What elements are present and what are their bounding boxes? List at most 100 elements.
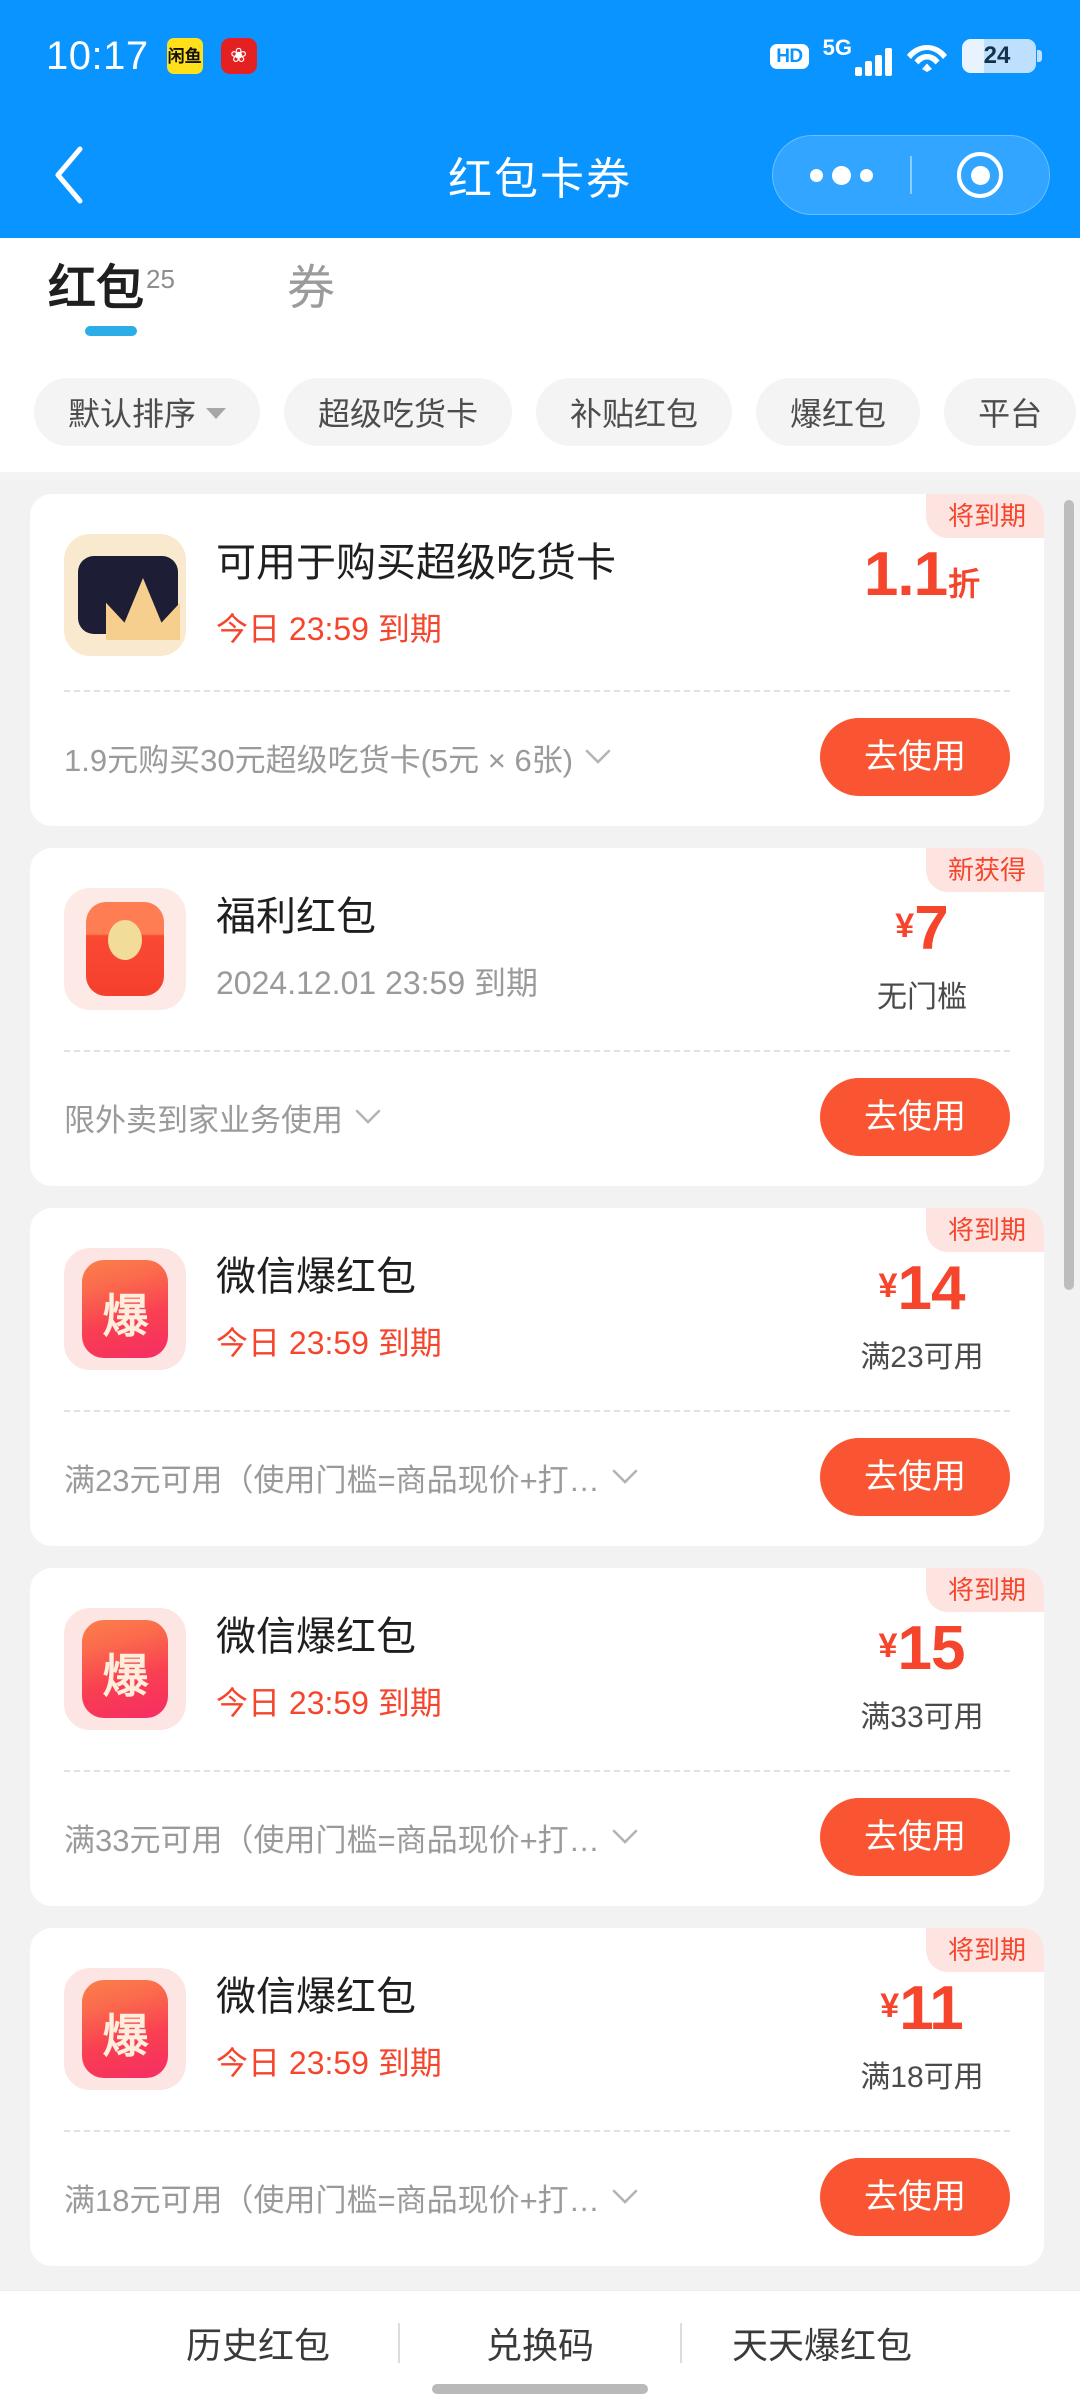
coupon-card[interactable]: 将到期 可用于购买超级吃货卡 今日 23:59 到期 1.1折 1.9元购买30…: [30, 494, 1044, 826]
coupon-description-row[interactable]: 满18元可用（使用门槛=商品现价+打…: [64, 2175, 638, 2220]
currency-symbol: ¥: [880, 1987, 900, 2025]
coupon-description: 满33元可用（使用门槛=商品现价+打…: [64, 1822, 600, 1858]
coupon-card-top: 爆 微信爆红包 今日 23:59 到期 ¥15 满33可用: [30, 1568, 1044, 1736]
coupon-amount-value: 15: [897, 1614, 965, 1683]
bao-packet-icon: 爆: [64, 1968, 186, 2090]
currency-symbol: ¥: [878, 1267, 898, 1305]
coupon-amount: ¥14: [834, 1258, 1010, 1320]
filter-chips-row[interactable]: 默认排序 超级吃货卡 补贴红包 爆红包 平台: [0, 366, 1080, 472]
wifi-icon: [906, 40, 948, 72]
coupon-card-bottom: 满18元可用（使用门槛=商品现价+打… 去使用: [30, 2132, 1044, 2266]
back-chevron-icon[interactable]: [34, 140, 104, 210]
currency-symbol: ¥: [895, 907, 915, 945]
coupon-card-info: 微信爆红包 今日 23:59 到期: [186, 1248, 834, 1362]
coupon-amount: ¥11: [834, 1978, 1010, 2040]
use-coupon-button[interactable]: 去使用: [820, 1438, 1010, 1516]
coupon-value-block: ¥14 满23可用: [834, 1248, 1010, 1376]
tab-quan[interactable]: 券: [286, 262, 335, 315]
tab-quan-label: 券: [286, 262, 335, 315]
crown-card-icon: [64, 534, 186, 656]
coupon-value-block: ¥11 满18可用: [834, 1968, 1010, 2096]
coupon-description: 限外卖到家业务使用: [64, 1102, 343, 1138]
coupon-card[interactable]: 将到期 爆 微信爆红包 今日 23:59 到期 ¥11 满18可用 满18元可用…: [30, 1928, 1044, 2266]
chevron-down-icon: [585, 749, 611, 764]
coupon-card-bottom: 限外卖到家业务使用 去使用: [30, 1052, 1044, 1186]
coupon-card[interactable]: 将到期 爆 微信爆红包 今日 23:59 到期 ¥14 满23可用 满23元可用…: [30, 1208, 1044, 1546]
coupon-card[interactable]: 新获得 福利红包 2024.12.01 23:59 到期 ¥7 无门槛 限外卖到…: [30, 848, 1044, 1186]
bao-packet-icon: 爆: [64, 1248, 186, 1370]
bao-glyph: 爆: [102, 1290, 149, 1342]
coupon-card-top: 福利红包 2024.12.01 23:59 到期 ¥7 无门槛: [30, 848, 1044, 1016]
network-type-label: 5G: [822, 34, 852, 60]
coupon-card-bottom: 1.9元购买30元超级吃货卡(5元 × 6张) 去使用: [30, 692, 1044, 826]
bottom-item-redeem-code[interactable]: 兑换码: [400, 2317, 680, 2369]
vertical-scrollbar[interactable]: [1064, 500, 1074, 1290]
filter-chip-sort[interactable]: 默认排序: [34, 378, 261, 446]
filter-chip-butiehongbao[interactable]: 补贴红包: [536, 378, 733, 446]
currency-symbol: ¥: [878, 1627, 898, 1665]
chevron-down-icon: [355, 1109, 381, 1124]
coupon-card-top: 可用于购买超级吃货卡 今日 23:59 到期 1.1折: [30, 494, 1044, 656]
hd-icon: HD: [770, 43, 809, 69]
status-badge: 将到期: [925, 1208, 1044, 1252]
coupon-description-row[interactable]: 限外卖到家业务使用: [64, 1095, 381, 1140]
chevron-down-icon: [612, 2189, 637, 2204]
coupon-condition: 满18可用: [860, 2061, 984, 2094]
more-dots-icon[interactable]: [773, 165, 910, 185]
filter-chip-label: 平台: [978, 396, 1043, 432]
coupon-description: 满18元可用（使用门槛=商品现价+打…: [64, 2182, 600, 2218]
coupon-amount-value: 11: [899, 1974, 964, 2043]
bottom-item-daily-bao[interactable]: 天天爆红包: [682, 2317, 962, 2369]
coupon-card-info: 微信爆红包 今日 23:59 到期: [186, 1968, 834, 2082]
coupon-title: 福利红包: [216, 895, 376, 939]
coupon-card[interactable]: 将到期 爆 微信爆红包 今日 23:59 到期 ¥15 满33可用 满33元可用…: [30, 1568, 1044, 1906]
use-coupon-button[interactable]: 去使用: [820, 1798, 1010, 1876]
filter-chip-label: 超级吃货卡: [318, 396, 479, 432]
chevron-down-icon: [206, 408, 227, 419]
coupon-description-row[interactable]: 1.9元购买30元超级吃货卡(5元 × 6张): [64, 735, 611, 780]
bao-glyph: 爆: [102, 1650, 149, 1702]
use-coupon-button[interactable]: 去使用: [820, 2158, 1010, 2236]
coupon-card-info: 微信爆红包 今日 23:59 到期: [186, 1608, 834, 1722]
status-bar-right: HD 5G 24: [770, 34, 1042, 76]
bottom-item-history[interactable]: 历史红包: [118, 2317, 398, 2369]
status-badge: 新获得: [925, 848, 1044, 892]
coupon-value-block: 1.1折: [834, 534, 1010, 626]
coupon-description-row[interactable]: 满33元可用（使用门槛=商品现价+打…: [64, 1815, 638, 1860]
red-packet-icon: [64, 888, 186, 1010]
tab-hongbao[interactable]: 红包 25: [48, 263, 175, 337]
miniprogram-capsule: [772, 135, 1050, 215]
signal-bars-icon: [855, 46, 892, 76]
coupon-card-top: 爆 微信爆红包 今日 23:59 到期 ¥14 满23可用: [30, 1208, 1044, 1376]
bao-packet-icon: 爆: [64, 1608, 186, 1730]
yellow-app-icon: 闲鱼: [166, 38, 203, 74]
status-badge: 将到期: [925, 494, 1044, 538]
filter-chip-pingtai[interactable]: 平台: [944, 378, 1077, 446]
tab-active-underline: [85, 326, 138, 337]
coupon-list[interactable]: 将到期 可用于购买超级吃货卡 今日 23:59 到期 1.1折 1.9元购买30…: [0, 480, 1080, 2290]
filter-chip-chaojichihuoka[interactable]: 超级吃货卡: [284, 378, 513, 446]
chevron-down-icon: [612, 1829, 637, 1844]
use-coupon-button[interactable]: 去使用: [820, 1078, 1010, 1156]
target-circle-icon[interactable]: [912, 152, 1049, 198]
coupon-title: 微信爆红包: [216, 1975, 416, 2019]
coupon-description: 1.9元购买30元超级吃货卡(5元 × 6张): [64, 742, 574, 778]
coupon-description: 满23元可用（使用门槛=商品现价+打…: [64, 1462, 600, 1498]
bottom-action-bar: 历史红包 兑换码 天天爆红包: [0, 2290, 1080, 2408]
coupon-condition: 满33可用: [860, 1701, 984, 1734]
coupon-amount-value: 7: [914, 894, 948, 963]
coupon-expiry: 今日 23:59 到期: [216, 1685, 442, 1721]
coupon-amount-value: 14: [897, 1254, 965, 1323]
coupon-description-row[interactable]: 满23元可用（使用门槛=商品现价+打…: [64, 1455, 638, 1500]
status-badge: 将到期: [925, 1928, 1044, 1972]
coupon-condition: 无门槛: [877, 981, 967, 1014]
use-coupon-button[interactable]: 去使用: [820, 718, 1010, 796]
coupon-card-info: 可用于购买超级吃货卡 今日 23:59 到期: [186, 534, 834, 648]
filter-chip-baohongbao[interactable]: 爆红包: [756, 378, 921, 446]
phone-screen: 10:17 闲鱼 ❀ HD 5G 24 红包卡券 红包 25 券 默认排序 超级…: [0, 0, 1080, 2408]
cellular-signal-icon: 5G: [822, 34, 892, 76]
chevron-down-icon: [612, 1469, 637, 1484]
status-time: 10:17: [46, 33, 149, 78]
coupon-amount: ¥7: [834, 898, 1010, 960]
filter-chip-label: 爆红包: [790, 396, 887, 432]
